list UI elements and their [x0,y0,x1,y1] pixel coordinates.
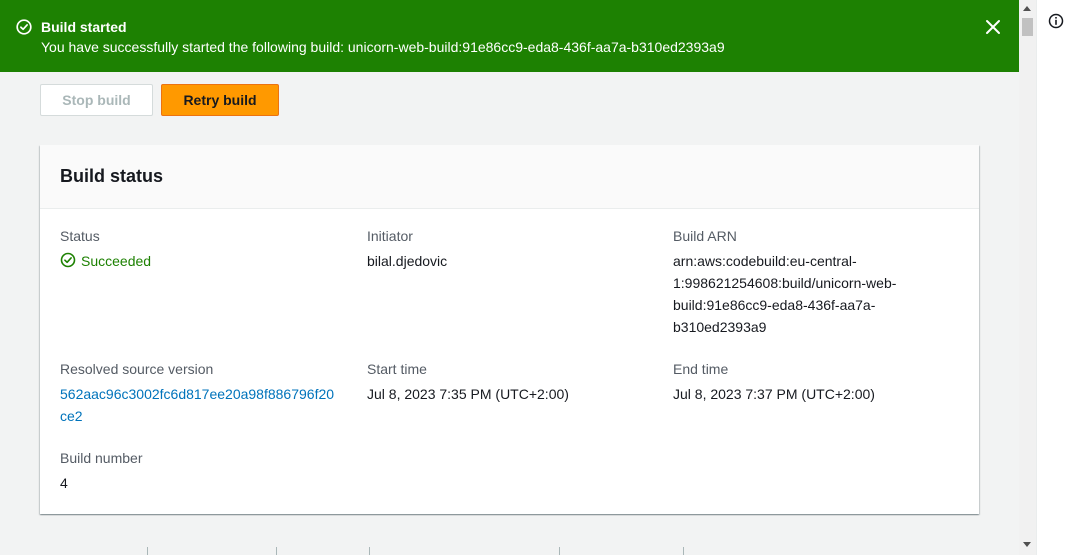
status-value: Succeeded [81,253,152,269]
panel-title: Build status [60,166,164,186]
close-icon[interactable] [984,18,1002,36]
resolved-source-label: Resolved source version [60,361,214,377]
scroll-up-arrow-icon[interactable] [1023,6,1031,11]
tab-divider [559,547,560,555]
build-arn-label: Build ARN [673,228,737,244]
resolved-source-link-line-1[interactable]: 562aac96c3002fc6d817ee20a98f886796f20 [60,383,334,405]
end-time-value: Jul 8, 2023 7:37 PM (UTC+2:00) [673,386,875,402]
build-number-label: Build number [60,450,143,466]
panel-header: Build status [40,145,979,209]
initiator-label: Initiator [367,228,413,244]
check-circle-icon [60,252,76,268]
check-circle-icon [16,19,32,35]
build-arn-line-2: 1:998621254608:build/unicorn-web- [673,275,897,291]
initiator-value: bilal.djedovic [367,253,448,269]
resolved-source-link-line-2[interactable]: ce2 [60,405,83,427]
build-status-panel: Build status Status Succeeded Initiator … [40,145,979,514]
status-label: Status [60,228,100,244]
tab-divider [147,547,148,555]
flash-title: Build started [41,19,127,35]
stop-build-button[interactable]: Stop build [40,84,153,116]
scroll-down-arrow-icon[interactable] [1023,542,1031,547]
tab-divider [369,547,370,555]
info-icon[interactable] [1048,13,1064,29]
start-time-value: Jul 8, 2023 7:35 PM (UTC+2:00) [367,386,569,402]
scrollbar-thumb[interactable] [1022,18,1033,36]
build-arn-line-3: build:91e86cc9-eda8-436f-aa7a- [673,297,876,313]
vertical-scrollbar[interactable] [1019,0,1036,555]
tab-divider [276,547,277,555]
retry-build-button[interactable]: Retry build [161,84,279,116]
flash-message: You have successfully started the follow… [41,39,725,55]
build-arn-line-4: b310ed2393a9 [673,319,767,335]
build-number-value: 4 [60,475,68,491]
build-arn-line-1: arn:aws:codebuild:eu-central- [673,253,857,269]
help-panel-rail [1036,0,1071,555]
end-time-label: End time [673,361,729,377]
start-time-label: Start time [367,361,427,377]
success-flash-banner: Build started You have successfully star… [0,0,1019,72]
tab-divider [683,547,684,555]
